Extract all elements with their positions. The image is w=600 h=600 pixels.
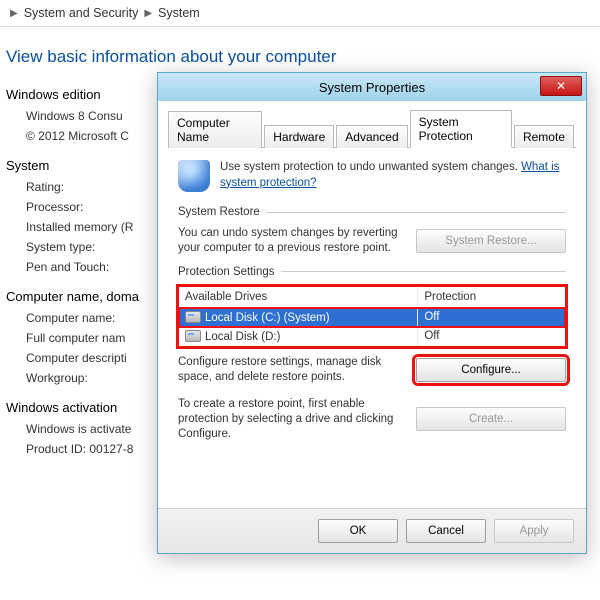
drive-icon (185, 311, 201, 323)
drive-protection-status: Off (418, 308, 565, 326)
create-restore-point-button: Create... (416, 407, 566, 431)
system-restore-button: System Restore... (416, 229, 566, 253)
system-properties-dialog: System Properties ✕ Computer Name Hardwa… (157, 72, 587, 554)
drive-name: Local Disk (D:) (205, 331, 280, 343)
column-protection[interactable]: Protection (418, 287, 565, 308)
breadcrumb-item[interactable]: System and Security (24, 6, 139, 20)
dialog-button-bar: OK Cancel Apply (158, 508, 586, 553)
drive-protection-status: Off (418, 327, 565, 345)
tab-advanced[interactable]: Advanced (336, 125, 407, 148)
restore-description: You can undo system changes by reverting… (178, 226, 406, 256)
chevron-right-icon: ▶ (10, 8, 18, 19)
dialog-titlebar[interactable]: System Properties ✕ (158, 73, 586, 101)
close-icon: ✕ (556, 79, 566, 93)
tab-hardware[interactable]: Hardware (264, 125, 334, 148)
apply-button: Apply (494, 519, 574, 543)
drive-name: Local Disk (C:) (System) (205, 312, 330, 324)
ok-button[interactable]: OK (318, 519, 398, 543)
drive-row-d[interactable]: Local Disk (D:) Off (179, 327, 565, 346)
drive-icon (185, 330, 201, 342)
configure-description: Configure restore settings, manage disk … (178, 355, 406, 385)
column-available-drives[interactable]: Available Drives (179, 287, 418, 308)
drive-row-c[interactable]: Local Disk (C:) (System) Off (179, 308, 565, 327)
create-description: To create a restore point, first enable … (178, 397, 406, 442)
system-protection-panel: Use system protection to undo unwanted s… (168, 148, 576, 508)
configure-button[interactable]: Configure... (416, 358, 566, 382)
breadcrumb-item[interactable]: System (158, 6, 200, 20)
dialog-title: System Properties (319, 80, 425, 95)
tab-system-protection[interactable]: System Protection (410, 110, 512, 148)
close-button[interactable]: ✕ (540, 76, 582, 96)
cancel-button[interactable]: Cancel (406, 519, 486, 543)
group-title-protection: Protection Settings (178, 266, 566, 278)
group-title-restore: System Restore (178, 206, 566, 218)
shield-icon (178, 160, 210, 192)
drives-list[interactable]: Available Drives Protection Local Disk (… (178, 286, 566, 347)
intro-text: Use system protection to undo unwanted s… (220, 160, 566, 192)
page-title: View basic information about your comput… (6, 47, 594, 67)
tab-remote[interactable]: Remote (514, 125, 574, 148)
tab-bar: Computer Name Hardware Advanced System P… (168, 109, 576, 148)
group-protection-settings: Protection Settings Available Drives Pro… (178, 266, 566, 442)
tab-computer-name[interactable]: Computer Name (168, 111, 262, 148)
chevron-right-icon: ▶ (144, 8, 152, 19)
breadcrumb: ▶ System and Security ▶ System (0, 0, 600, 27)
group-system-restore: System Restore You can undo system chang… (178, 206, 566, 256)
